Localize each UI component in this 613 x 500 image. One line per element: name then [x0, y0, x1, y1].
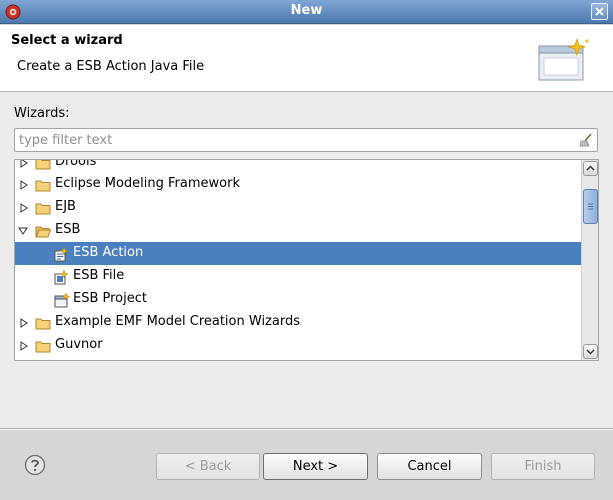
grip-icon	[588, 203, 593, 210]
expand-arrow-icon[interactable]	[19, 341, 29, 351]
tree-item-esb-action[interactable]: ESB Action	[15, 242, 581, 265]
expand-arrow-icon[interactable]	[19, 180, 29, 190]
tree-item-example-emf-model-creation-wizards[interactable]: Example EMF Model Creation Wizards	[15, 311, 581, 334]
esb-file-icon	[54, 269, 69, 285]
folder-icon	[35, 160, 51, 170]
back-button[interactable]: < Back	[156, 453, 260, 480]
tree-item-label: Drools	[55, 159, 97, 169]
expand-arrow-icon[interactable]	[19, 318, 29, 328]
finish-button[interactable]: Finish	[491, 453, 595, 480]
folder-icon	[35, 318, 51, 330]
close-icon	[595, 7, 604, 16]
filter-field[interactable]	[14, 128, 598, 152]
title-bar: New	[0, 0, 613, 24]
folder-open-icon	[35, 226, 51, 238]
tree-item-label: Eclipse Modeling Framework	[55, 176, 240, 191]
page-description: Create a ESB Action Java File	[17, 59, 205, 74]
new-wizard-icon	[538, 38, 589, 81]
tree-item-ejb[interactable]: EJB	[15, 196, 581, 219]
esb-action-icon	[54, 246, 69, 262]
tree-item-label: ESB Project	[73, 291, 147, 306]
folder-icon	[35, 180, 51, 192]
cancel-button[interactable]: Cancel	[377, 453, 482, 480]
scroll-thumb[interactable]	[583, 189, 598, 224]
help-icon[interactable]	[24, 454, 46, 476]
tree-item-label: Guvnor	[55, 337, 103, 352]
wizard-tree[interactable]: Drools Eclipse Modeling Framework EJB ES…	[14, 159, 599, 361]
folder-icon	[35, 341, 51, 353]
next-button[interactable]: Next >	[263, 453, 368, 480]
window-close-button[interactable]	[591, 3, 608, 20]
window-title: New	[290, 3, 323, 18]
clear-filter-icon[interactable]	[578, 132, 594, 148]
scroll-up-button[interactable]	[583, 161, 598, 176]
tree-item-guvnor[interactable]: Guvnor	[15, 334, 581, 357]
tree-item-eclipse-modeling-framework[interactable]: Eclipse Modeling Framework	[15, 173, 581, 196]
chevron-down-icon	[586, 349, 595, 355]
chevron-up-icon	[586, 165, 595, 171]
tree-item-label: ESB File	[73, 268, 125, 283]
folder-icon	[35, 203, 51, 215]
expand-arrow-icon[interactable]	[19, 159, 29, 168]
tree-item-label: EJB	[55, 199, 76, 214]
page-title: Select a wizard	[11, 33, 123, 48]
tree-item-esb[interactable]: ESB	[15, 219, 581, 242]
scroll-down-button[interactable]	[583, 344, 598, 359]
tree-scrollbar[interactable]	[581, 160, 598, 360]
tree-item-label: ESB	[55, 222, 81, 237]
wizards-label: Wizards:	[14, 106, 70, 121]
tree-item-esb-project[interactable]: ESB Project	[15, 288, 581, 311]
tree-item-drools[interactable]: Drools	[15, 159, 581, 174]
tree-item-label: Example EMF Model Creation Wizards	[55, 314, 300, 329]
expand-arrow-icon[interactable]	[19, 203, 29, 213]
filter-input[interactable]	[19, 131, 559, 149]
tree-item-esb-file[interactable]: ESB File	[15, 265, 581, 288]
wizard-header: Select a wizard Create a ESB Action Java…	[0, 25, 613, 92]
collapse-arrow-icon[interactable]	[18, 226, 28, 236]
tree-item-label: ESB Action	[73, 245, 144, 260]
esb-project-icon	[54, 292, 70, 308]
